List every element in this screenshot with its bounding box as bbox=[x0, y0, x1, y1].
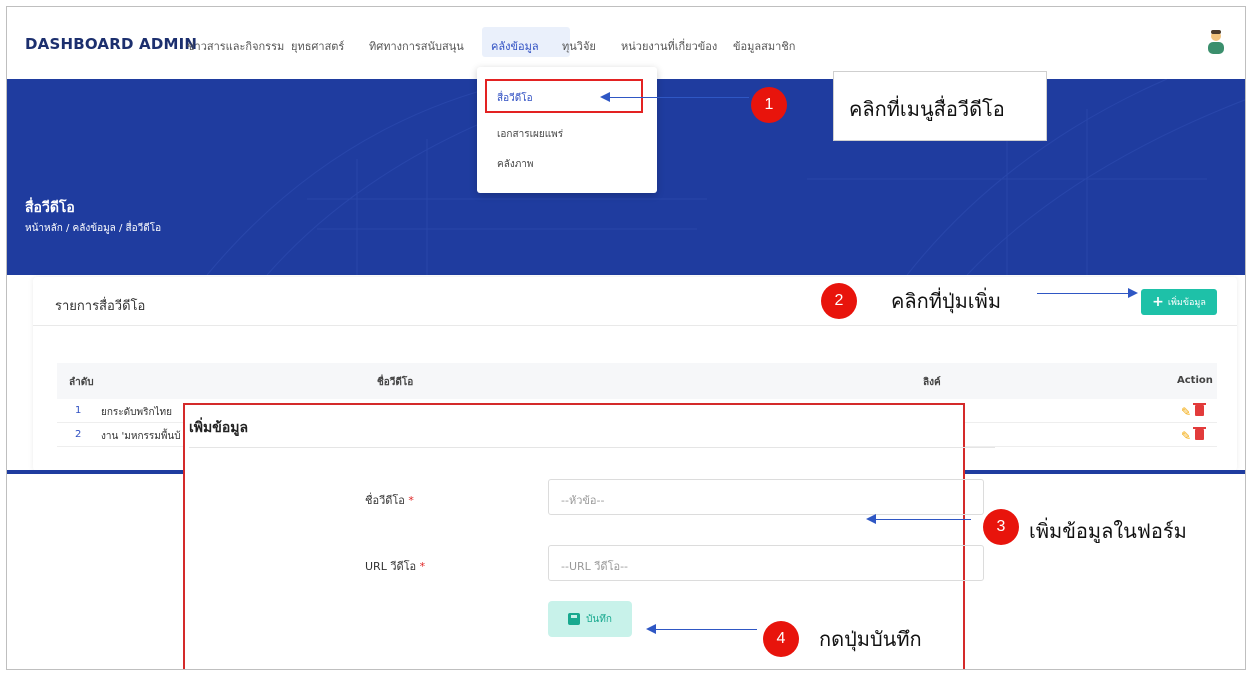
row-video-name: ยกระดับพริกไทย bbox=[101, 407, 172, 418]
required-mark: * bbox=[408, 494, 414, 507]
screenshot-frame: สื่อวีดีโอ หน้าหลัก / คลังข้อมูล / สื่อว… bbox=[6, 6, 1246, 670]
edit-icon[interactable]: ✎ bbox=[1181, 405, 1191, 419]
row-number: 2 bbox=[75, 429, 82, 440]
video-name-input[interactable]: --หัวข้อ-- bbox=[548, 479, 984, 515]
nav-item-strategy[interactable]: ยุทธศาสตร์ bbox=[291, 37, 344, 55]
add-data-button[interactable]: + เพิ่มข้อมูล bbox=[1141, 289, 1217, 315]
nav-item-agencies[interactable]: หน่วยงานที่เกี่ยวข้อง bbox=[621, 37, 717, 55]
card-title: รายการสื่อวีดีโอ bbox=[55, 299, 146, 314]
annotation-arrow bbox=[1037, 288, 1138, 298]
annotation-badge: 1 bbox=[751, 87, 787, 123]
video-name-label: ชื่อวีดีโอ * bbox=[365, 494, 414, 507]
annotation-highlight-box bbox=[485, 79, 643, 113]
nav-item-support[interactable]: ทิศทางการสนับสนุน bbox=[369, 37, 464, 55]
nav-item-data-repository[interactable]: คลังข้อมูล bbox=[491, 37, 539, 55]
video-url-input[interactable]: --URL วีดีโอ-- bbox=[548, 545, 984, 581]
row-number: 1 bbox=[75, 405, 82, 416]
row-video-name: งาน 'มหกรรมพื้นบ้ bbox=[101, 431, 181, 442]
edit-icon[interactable]: ✎ bbox=[1181, 429, 1191, 443]
dropdown-item-gallery[interactable]: คลังภาพ bbox=[497, 157, 534, 172]
save-button-label: บันทึก bbox=[586, 613, 612, 625]
annotation-badge: 4 bbox=[763, 621, 799, 657]
floppy-disk-icon bbox=[568, 613, 581, 625]
annotation-arrow bbox=[866, 514, 971, 524]
breadcrumb[interactable]: หน้าหลัก / คลังข้อมูล / สื่อวีดีโอ bbox=[25, 221, 161, 236]
col-header-name: ชื่อวีดีโอ bbox=[377, 377, 414, 388]
required-mark: * bbox=[419, 560, 426, 573]
user-avatar-icon[interactable] bbox=[1205, 29, 1227, 55]
annotation-text: คลิกที่เมนูสื่อวีดีโอ bbox=[849, 97, 1005, 121]
brand-title[interactable]: DASHBOARD ADMIN bbox=[25, 35, 197, 53]
plus-icon: + bbox=[1152, 294, 1164, 310]
video-url-label: URL วีดีโอ * bbox=[365, 560, 426, 573]
annotation-arrow bbox=[646, 624, 757, 634]
modal-divider bbox=[189, 447, 995, 448]
modal-title: เพิ่มข้อมูล bbox=[189, 420, 249, 436]
annotation-text: เพิ่มข้อมูลในฟอร์ม bbox=[1029, 519, 1187, 543]
annotation-arrow bbox=[600, 92, 749, 102]
add-button-label: เพิ่มข้อมูล bbox=[1167, 298, 1206, 308]
page-title: สื่อวีดีโอ bbox=[25, 200, 75, 216]
delete-icon[interactable] bbox=[1193, 427, 1206, 440]
annotation-text: กดปุ่มบันทึก bbox=[819, 627, 922, 651]
nav-item-research-fund[interactable]: ทุนวิจัย bbox=[562, 37, 596, 55]
data-repository-dropdown: สื่อวีดีโอ เอกสารเผยแพร่ คลังภาพ bbox=[477, 67, 657, 193]
nav-item-members[interactable]: ข้อมูลสมาชิก bbox=[733, 37, 795, 55]
annotation-text: คลิกที่ปุ่มเพิ่ม bbox=[891, 289, 1002, 313]
col-header-action: Action bbox=[1177, 375, 1213, 386]
col-header-link: ลิงค์ bbox=[923, 377, 941, 388]
nav-item-news[interactable]: ข่าวสารและกิจกรรม bbox=[187, 37, 284, 55]
dropdown-item-publications[interactable]: เอกสารเผยแพร่ bbox=[497, 127, 563, 142]
card-divider bbox=[33, 325, 1237, 326]
delete-icon[interactable] bbox=[1193, 403, 1206, 416]
table-header: ลำดับ ชื่อวีดีโอ ลิงค์ Action bbox=[57, 363, 1217, 399]
annotation-badge: 3 bbox=[983, 509, 1019, 545]
annotation-badge: 2 bbox=[821, 283, 857, 319]
col-header-no: ลำดับ bbox=[69, 377, 94, 388]
save-button[interactable]: บันทึก bbox=[548, 601, 632, 637]
